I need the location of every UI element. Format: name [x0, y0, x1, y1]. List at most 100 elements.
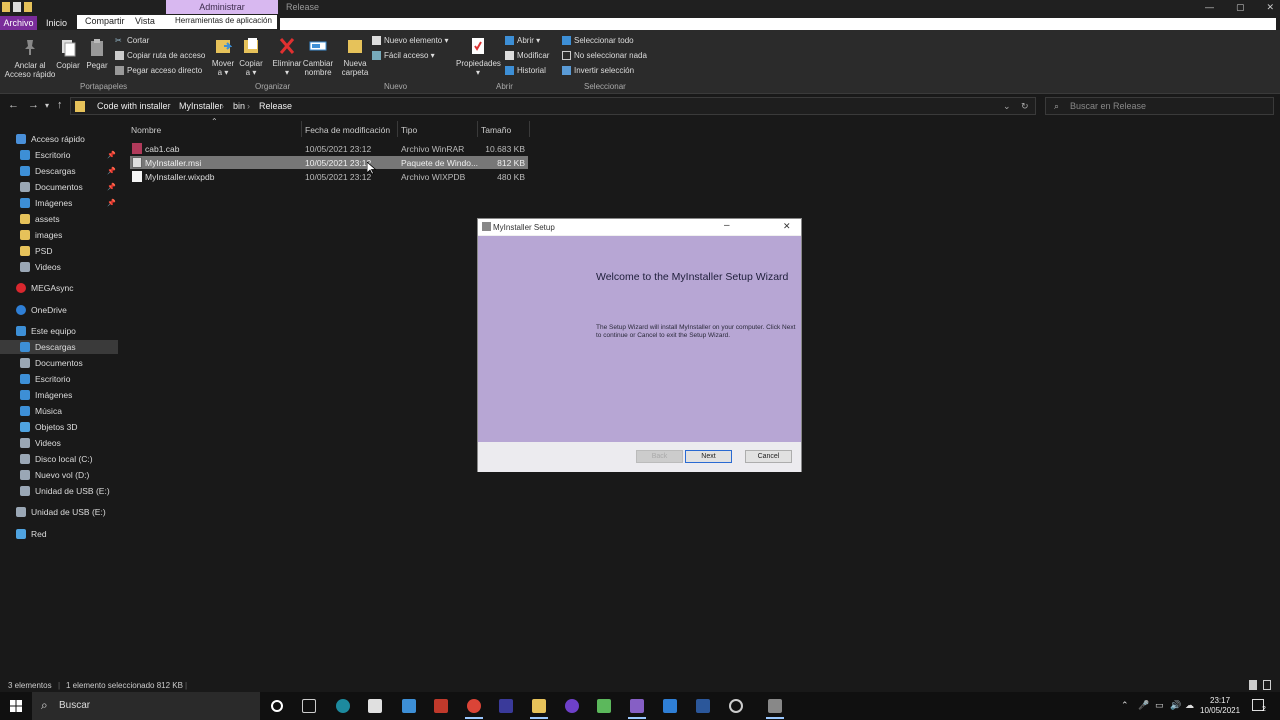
tab-herramientas[interactable]: Herramientas de aplicación	[175, 16, 272, 25]
column-divider[interactable]	[529, 121, 530, 137]
chevron-up-icon[interactable]: ⌃	[1121, 700, 1129, 711]
cut-button[interactable]: ✂ Cortar	[115, 36, 149, 45]
close-button[interactable]: ✕	[1266, 0, 1274, 14]
file-row[interactable]: cab1.cab 10/05/2021 23:12 Archivo WinRAR…	[130, 142, 528, 155]
sidebar-item-documentos[interactable]: Documentos 📌	[20, 180, 118, 194]
sidebar-item-onedrive[interactable]: OneDrive	[16, 303, 114, 317]
rename-button[interactable]: Cambiar nombre	[302, 36, 334, 77]
new-folder-button[interactable]: Nueva carpeta	[340, 36, 370, 77]
properties-button[interactable]: Propiedades ▾	[456, 36, 501, 77]
minimize-button[interactable]: –	[724, 220, 730, 231]
new-folder-icon[interactable]	[24, 2, 32, 12]
sidebar-item-assets[interactable]: assets	[20, 212, 118, 226]
easy-access-button[interactable]: Fácil acceso ▾	[372, 51, 435, 60]
word-icon[interactable]	[696, 699, 710, 713]
figma-icon[interactable]	[499, 699, 513, 713]
copy-button[interactable]: Copiar	[56, 38, 80, 70]
recent-chevron-icon[interactable]: ▾	[45, 101, 49, 110]
volume-icon[interactable]: 🔊	[1170, 700, 1181, 711]
column-tamano[interactable]: Tamaño	[481, 125, 511, 135]
sidebar-item-este-equipo[interactable]: Este equipo	[16, 324, 114, 338]
move-to-button[interactable]: Mover a ▾	[210, 36, 236, 77]
sidebar-item-disco-c[interactable]: Disco local (C:)	[20, 452, 118, 466]
chevron-down-icon[interactable]: ⌄	[1003, 101, 1011, 112]
column-divider[interactable]	[301, 121, 302, 137]
visual-studio-icon[interactable]	[628, 699, 646, 719]
windows-start-icon[interactable]	[10, 700, 22, 712]
task-view-icon[interactable]	[302, 699, 316, 713]
sidebar-item-psd[interactable]: PSD	[20, 244, 118, 258]
sidebar-item-megasync[interactable]: MEGAsync	[16, 281, 114, 295]
back-arrow-icon[interactable]: ←	[8, 99, 19, 111]
pin-quick-access-button[interactable]: Anclar al Acceso rápido	[4, 38, 56, 79]
cancel-button[interactable]: Cancel	[745, 450, 792, 463]
breadcrumb-bin[interactable]: bin	[233, 101, 245, 111]
chrome-icon[interactable]	[465, 699, 483, 719]
file-row[interactable]: MyInstaller.wixpdb 10/05/2021 23:12 Arch…	[130, 170, 528, 183]
select-none-button[interactable]: No seleccionar nada	[562, 51, 647, 60]
sidebar-item-videos[interactable]: Videos	[20, 260, 118, 274]
breadcrumb-code-with-installer[interactable]: Code with installer	[97, 101, 171, 111]
up-arrow-icon[interactable]: ↑	[57, 99, 63, 111]
tab-vista[interactable]: Vista	[135, 16, 155, 26]
open-button[interactable]: Abrir ▾	[505, 36, 540, 45]
sidebar-item-nuevo-vol-d[interactable]: Nuevo vol (D:)	[20, 468, 118, 482]
messaging-icon[interactable]	[663, 699, 677, 713]
quick-access-toolbar[interactable]	[2, 2, 32, 12]
sidebar-item-documentos-pc[interactable]: Documentos	[20, 356, 118, 370]
github-icon[interactable]	[565, 699, 579, 713]
mail-icon[interactable]	[402, 699, 416, 713]
sidebar-item-red[interactable]: Red	[16, 527, 114, 541]
tiles-view-icon[interactable]	[1263, 680, 1271, 690]
next-button[interactable]: Next	[685, 450, 732, 463]
address-path[interactable]: Code with installer MyInstaller bin Rele…	[70, 97, 1036, 115]
sidebar-item-acceso-rapido[interactable]: Acceso rápido	[16, 132, 114, 146]
breadcrumb-myinstaller[interactable]: MyInstaller	[179, 101, 223, 111]
tab-administrar[interactable]: Administrar	[166, 0, 278, 14]
file-explorer-icon[interactable]	[530, 699, 548, 719]
sidebar-item-escritorio[interactable]: Escritorio 📌	[20, 148, 118, 162]
copy-path-button[interactable]: Copiar ruta de acceso	[115, 51, 205, 60]
onedrive-cloud-icon[interactable]: ☁	[1185, 700, 1194, 711]
sidebar-item-usb-e-root[interactable]: Unidad de USB (E:)	[16, 505, 114, 519]
app-icon[interactable]	[434, 699, 448, 713]
tab-inicio[interactable]: Inicio	[46, 16, 67, 30]
tab-compartir[interactable]: Compartir	[85, 16, 125, 26]
edit-button[interactable]: Modificar	[505, 51, 549, 60]
column-fecha[interactable]: Fecha de modificación	[305, 125, 390, 135]
column-nombre[interactable]: Nombre	[131, 125, 161, 135]
select-all-button[interactable]: Seleccionar todo	[562, 36, 634, 45]
sidebar-item-escritorio-pc[interactable]: Escritorio	[20, 372, 118, 386]
back-button[interactable]: Back	[636, 450, 683, 463]
paste-button[interactable]: Pegar	[85, 38, 109, 70]
copy-to-button[interactable]: Copiar a ▾	[238, 36, 264, 77]
sidebar-item-imagenes[interactable]: Imágenes 📌	[20, 196, 118, 210]
sidebar-item-objetos-3d[interactable]: Objetos 3D	[20, 420, 118, 434]
sidebar-item-videos-pc[interactable]: Videos	[20, 436, 118, 450]
store-icon[interactable]	[368, 699, 382, 713]
history-button[interactable]: Historial	[505, 66, 546, 75]
tab-archivo[interactable]: Archivo	[0, 16, 37, 30]
sidebar-item-descargas[interactable]: Descargas 📌	[20, 164, 118, 178]
settings-icon[interactable]	[729, 699, 743, 713]
breadcrumb-release[interactable]: Release	[259, 101, 292, 111]
microphone-icon[interactable]: 🎤	[1138, 700, 1149, 711]
sidebar-item-musica[interactable]: Música	[20, 404, 118, 418]
minimize-button[interactable]: —	[1205, 0, 1214, 14]
forward-arrow-icon[interactable]: →	[28, 99, 39, 111]
sidebar-item-imagenes-pc[interactable]: Imágenes	[20, 388, 118, 402]
clock[interactable]: 23:17 10/05/2021	[1200, 696, 1240, 716]
close-button[interactable]: ✕	[783, 221, 791, 232]
edge-icon[interactable]	[336, 699, 350, 713]
refresh-icon[interactable]: ↻	[1021, 101, 1029, 112]
taskbar-search[interactable]: ⌕ Buscar	[32, 692, 260, 720]
column-divider[interactable]	[397, 121, 398, 137]
maximize-button[interactable]: ▢	[1236, 0, 1245, 14]
properties-icon[interactable]	[13, 2, 21, 12]
cortana-icon[interactable]	[271, 700, 283, 712]
file-row-selected[interactable]: MyInstaller.msi 10/05/2021 23:12 Paquete…	[130, 156, 528, 169]
new-item-button[interactable]: Nuevo elemento ▾	[372, 36, 449, 45]
notepad-icon[interactable]	[597, 699, 611, 713]
paste-shortcut-button[interactable]: Pegar acceso directo	[115, 66, 202, 75]
sidebar-item-descargas-pc[interactable]: Descargas	[0, 340, 118, 354]
